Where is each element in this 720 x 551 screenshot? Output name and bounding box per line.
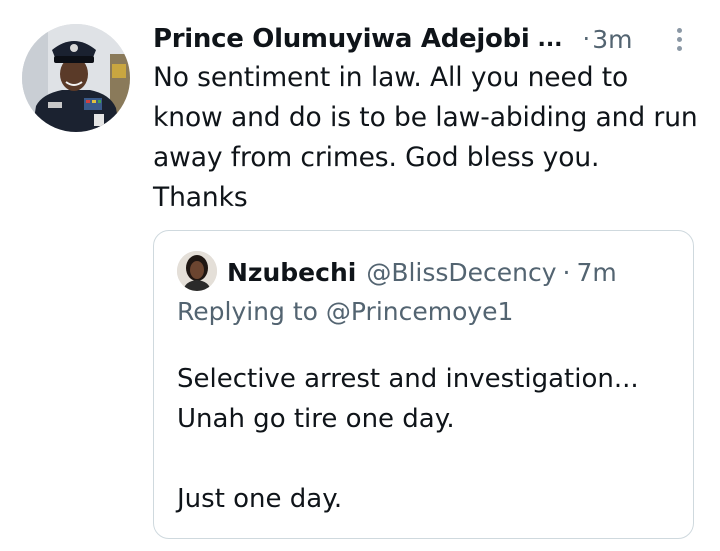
replying-to-handle[interactable]: @Princemoye1 (326, 297, 514, 326)
quoted-author-avatar[interactable] (177, 251, 217, 291)
replying-to-label: Replying to (177, 297, 318, 326)
dot (676, 36, 682, 42)
separator-dot: · (582, 25, 591, 53)
tweet-timestamp[interactable]: 3m (592, 25, 632, 54)
quoted-text-line: Unah go tire one day. (177, 404, 455, 434)
author-name[interactable]: Prince Olumuyiwa Adejobi (153, 24, 530, 54)
quoted-text-line: Just one day. (177, 484, 343, 514)
name-truncation: ... (537, 26, 563, 52)
dot (676, 27, 682, 33)
more-options-icon[interactable] (664, 22, 694, 56)
quoted-text-line (177, 439, 677, 479)
quoted-author-handle[interactable]: @BlissDecency (366, 258, 556, 287)
quoted-author-name[interactable]: Nzubechi (227, 258, 356, 287)
dot (676, 45, 682, 51)
quoted-tweet-header: Nzubechi @BlissDecency · 7m (227, 251, 617, 293)
quoted-text-line: Selective arrest and investigation... (177, 364, 639, 394)
separator-dot: · (562, 257, 571, 287)
quoted-tweet[interactable]: Nzubechi @BlissDecency · 7m Replying to … (153, 230, 694, 539)
tweet[interactable]: Prince Olumuyiwa Adejobi ... · 3m No sen… (0, 0, 720, 551)
police-officer-portrait (22, 24, 130, 132)
author-avatar[interactable] (22, 24, 130, 132)
quoted-tweet-text: Selective arrest and investigation... Un… (177, 359, 677, 519)
tweet-header: Prince Olumuyiwa Adejobi ... · 3m (153, 20, 698, 58)
tweet-text: No sentiment in law. All you need to kno… (153, 62, 698, 213)
quoted-timestamp[interactable]: 7m (577, 258, 617, 287)
replying-to: Replying to @Princemoye1 (177, 297, 513, 326)
woman-portrait (177, 251, 217, 291)
